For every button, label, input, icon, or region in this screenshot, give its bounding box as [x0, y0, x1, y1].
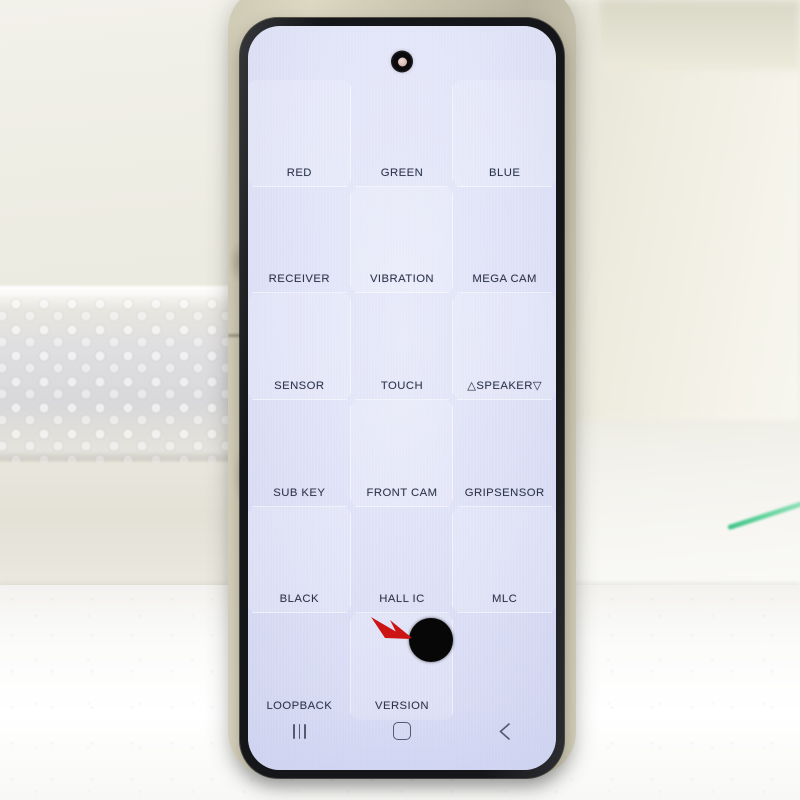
front-punch-hole-camera-icon: [392, 52, 412, 71]
grid-cell-label: HALL IC: [379, 593, 425, 606]
grid-cell-label: BLACK: [279, 593, 319, 606]
grid-cell-label: SUB KEY: [273, 486, 326, 499]
grid-cell-label: FRONT CAM: [366, 486, 438, 499]
grid-cell-mega-cam[interactable]: MEGA CAM: [453, 187, 556, 294]
grid-cell-gripsensor[interactable]: GRIPSENSOR: [453, 400, 556, 507]
grid-cell-label: MLC: [492, 593, 518, 606]
grid-cell-front-cam[interactable]: FRONT CAM: [350, 399, 454, 507]
phone-bezel: RED GREEN BLUE RECEIVER VIBRATION MEGA CAM SEN…: [240, 18, 564, 778]
grid-cell-speaker[interactable]: △SPEAKER▽: [453, 293, 556, 400]
background-wall-top-right: [600, 0, 800, 70]
phone-screen[interactable]: RED GREEN BLUE RECEIVER VIBRATION MEGA CAM SEN…: [248, 26, 556, 770]
grid-cell-label: VIBRATION: [369, 273, 435, 286]
camera-lens: [397, 57, 407, 66]
recents-button[interactable]: [272, 716, 326, 746]
grid-cell-label: MEGA CAM: [472, 273, 537, 286]
grid-cell-sensor[interactable]: SENSOR: [248, 293, 351, 400]
grid-cell-loopback[interactable]: LOOPBACK: [248, 613, 351, 720]
grid-cell-red[interactable]: RED: [248, 80, 351, 187]
photo-scene: RED GREEN BLUE RECEIVER VIBRATION MEGA CAM SEN…: [0, 0, 800, 800]
grid-cell-green[interactable]: GREEN: [351, 80, 454, 187]
grid-cell-vibration[interactable]: VIBRATION: [350, 186, 454, 294]
grid-cell-empty: [453, 613, 556, 720]
grid-cell-receiver[interactable]: RECEIVER: [248, 187, 351, 294]
grid-cell-label: △SPEAKER▽: [467, 379, 543, 392]
grid-cell-black[interactable]: BLACK: [248, 506, 351, 614]
grid-cell-sub-key[interactable]: SUB KEY: [248, 400, 351, 507]
grid-cell-label: RED: [286, 166, 312, 179]
grid-cell-label: SENSOR: [274, 379, 325, 392]
grid-cell-hall-ic[interactable]: HALL IC: [351, 507, 454, 614]
grid-cell-mlc[interactable]: MLC: [453, 506, 556, 614]
home-button[interactable]: [375, 716, 429, 746]
annotation-arrow-icon: [371, 617, 412, 639]
navigation-bar: [248, 710, 556, 752]
grid-cell-label: RECEIVER: [268, 273, 330, 286]
grid-cell-blue[interactable]: BLUE: [453, 80, 556, 187]
grid-cell-label: GREEN: [380, 166, 424, 179]
grid-cell-label: GRIPSENSOR: [464, 486, 545, 499]
rounded-square-icon: [392, 722, 411, 740]
grid-cell-touch[interactable]: TOUCH: [351, 293, 454, 400]
three-bars-icon: [292, 723, 306, 739]
grid-cell-label: BLUE: [489, 166, 521, 179]
styrofoam-lower-block: [0, 462, 252, 592]
grid-cell-label: TOUCH: [380, 379, 424, 392]
back-button[interactable]: [478, 716, 532, 746]
styrofoam-block: [0, 296, 250, 471]
chevron-left-icon: [499, 722, 510, 740]
